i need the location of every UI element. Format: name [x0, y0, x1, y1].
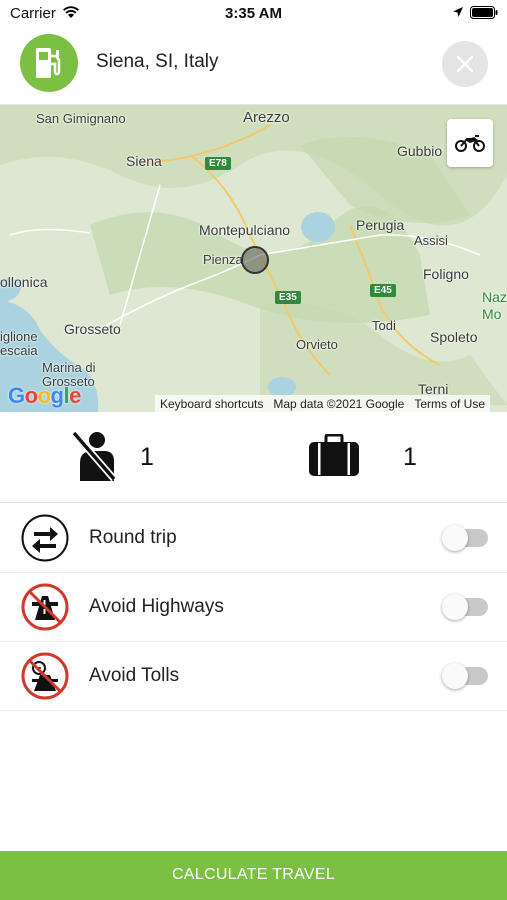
round-trip-icon — [21, 514, 69, 562]
map-label-montepulciano: Montepulciano — [199, 222, 291, 238]
map-label-orvieto: Orvieto — [296, 337, 338, 352]
option-round-trip: Round trip — [0, 503, 507, 573]
motorcycle-icon — [455, 135, 485, 152]
map-label-narni-2: Mo — [482, 306, 502, 322]
toggle-knob — [442, 525, 468, 551]
map-location-marker[interactable] — [241, 246, 269, 274]
option-avoid-highways: Avoid Highways — [0, 572, 507, 642]
status-bar: Carrier 3:35 AM — [0, 0, 507, 26]
toggle-knob — [442, 594, 468, 620]
luggage-count: 1 — [403, 443, 417, 471]
no-highway-icon — [21, 583, 69, 631]
terms-of-use-link[interactable]: Terms of Use — [409, 397, 490, 411]
map-label-gubbio: Gubbio — [397, 143, 443, 159]
close-icon — [456, 55, 474, 73]
option-label: Avoid Tolls — [89, 665, 180, 686]
road-shield-e35: E35 — [275, 291, 301, 304]
map-label-perugia: Perugia — [356, 217, 405, 233]
map-label-arezzo: Arezzo — [243, 109, 290, 126]
road-shield-e45: E45 — [370, 284, 396, 297]
map-label-castiglione: iglione — [0, 329, 38, 344]
map-attribution: Keyboard shortcuts Map data ©2021 Google… — [155, 395, 491, 412]
trip-counters: 1 1 — [0, 412, 507, 503]
toggle-knob — [442, 663, 468, 689]
map-label-foligno: Foligno — [423, 266, 469, 282]
map-label-grosseto: Grosseto — [64, 321, 121, 337]
map-label-san-gimignano: San Gimignano — [36, 111, 126, 126]
keyboard-shortcuts-link[interactable]: Keyboard shortcuts — [155, 397, 268, 411]
map-label-assisi: Assisi — [414, 233, 448, 248]
calculate-travel-button[interactable]: CALCULATE TRAVEL — [0, 851, 507, 900]
avoid-highways-toggle[interactable] — [442, 594, 488, 620]
map-label-narni: Naz — [482, 289, 507, 305]
map-label-pescaia: escaia — [0, 343, 38, 358]
fuel-pump-icon — [20, 34, 78, 92]
battery-icon — [470, 6, 498, 19]
clock: 3:35 AM — [225, 5, 282, 22]
no-toll-icon — [21, 652, 69, 700]
map-label-todi: Todi — [372, 318, 396, 333]
option-avoid-tolls: Avoid Tolls — [0, 641, 507, 711]
vehicle-type-button[interactable] — [447, 119, 493, 167]
map-label-follonica: ollonica — [0, 274, 48, 290]
map-label-siena: Siena — [126, 153, 162, 169]
map-label-pienza: Pienza — [203, 252, 243, 267]
map-view[interactable]: San Gimignano Arezzo Gubbio Siena Montep… — [0, 105, 507, 412]
round-trip-toggle[interactable] — [442, 525, 488, 551]
map-label-marina: Marina di — [42, 360, 96, 375]
map-label-spoleto: Spoleto — [430, 329, 478, 345]
google-logo: Google — [8, 383, 81, 408]
location-label: Siena, SI, Italy — [96, 51, 219, 72]
suitcase-icon[interactable] — [308, 434, 360, 478]
passenger-count: 1 — [140, 443, 154, 471]
header: Siena, SI, Italy — [0, 26, 507, 105]
road-shield-e78: E78 — [205, 157, 231, 170]
map-data-label: Map data ©2021 Google — [273, 396, 405, 411]
option-label: Avoid Highways — [89, 596, 224, 617]
close-button[interactable] — [442, 41, 488, 87]
avoid-tolls-toggle[interactable] — [442, 663, 488, 689]
location-arrow-icon — [453, 7, 463, 17]
passenger-seatbelt-icon[interactable] — [72, 431, 116, 483]
option-label: Round trip — [89, 527, 177, 548]
